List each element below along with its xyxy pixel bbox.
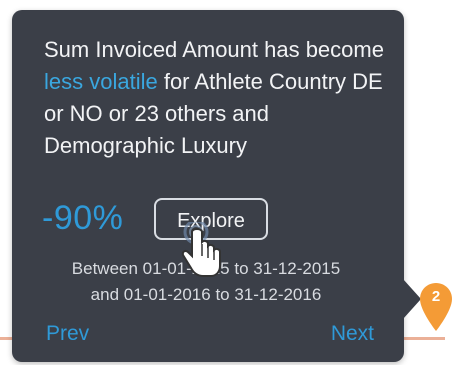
app-canvas: Sum Invoiced Amount has become less vola…	[0, 0, 455, 365]
insight-tooltip: Sum Invoiced Amount has become less vola…	[12, 10, 404, 362]
explore-button[interactable]: Explore	[154, 198, 268, 240]
insight-highlight: less volatile	[44, 69, 158, 94]
insight-message: Sum Invoiced Amount has become less vola…	[44, 34, 384, 162]
tooltip-pointer	[403, 279, 421, 319]
change-metric: -90%	[42, 199, 124, 237]
period-line-1: Between 01-01-2015 to 31-12-2015	[71, 259, 341, 278]
next-button[interactable]: Next	[331, 321, 374, 347]
comparison-period: Between 01-01-2015 to 31-12-2015 and 01-…	[36, 256, 376, 308]
insight-message-part-1: Sum Invoiced Amount has become	[44, 37, 384, 62]
period-line-2: and 01-01-2016 to 31-12-2016	[90, 285, 322, 304]
insight-marker[interactable]: 2	[420, 283, 452, 333]
marker-number: 2	[431, 288, 441, 305]
prev-button[interactable]: Prev	[46, 321, 89, 347]
